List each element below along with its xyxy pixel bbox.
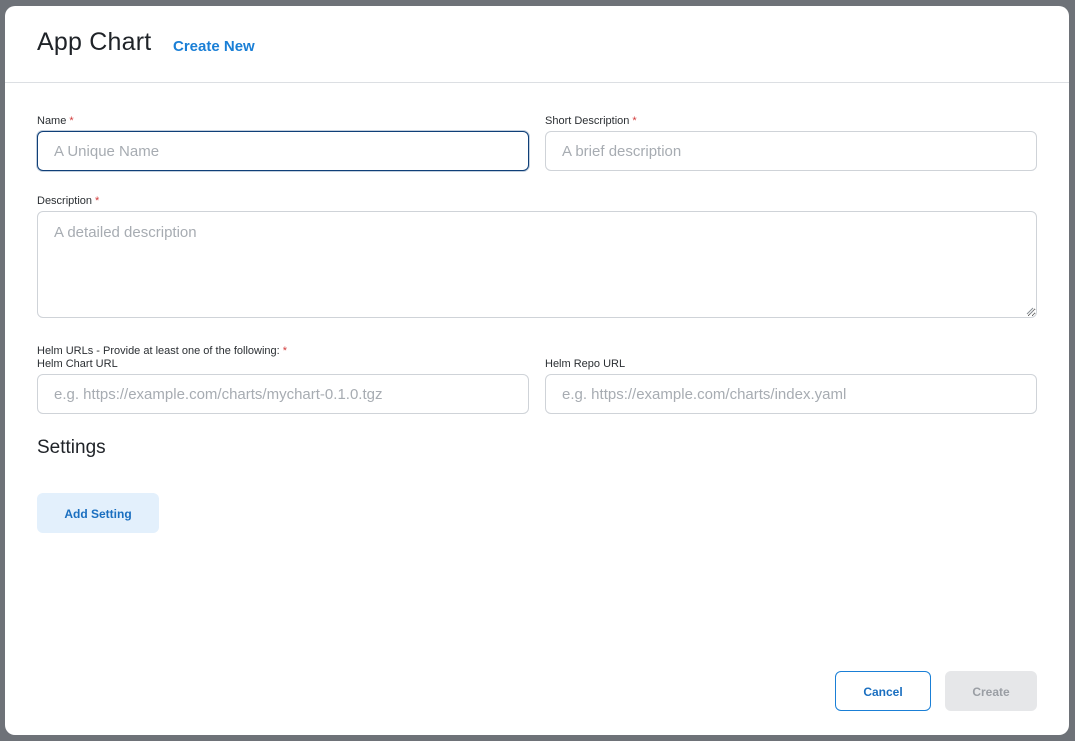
name-label-text: Name [37, 115, 67, 127]
required-mark: * [282, 345, 288, 357]
dialog-subtitle: Create New [173, 38, 255, 55]
description-label: Description * [37, 195, 99, 207]
add-setting-button[interactable]: Add Setting [37, 493, 159, 533]
settings-title: Settings [37, 437, 106, 458]
short-description-label-text: Short Description [545, 115, 630, 127]
required-mark: * [95, 195, 100, 207]
app-chart-dialog: App Chart Create New Name* Short Descrip… [5, 6, 1069, 735]
create-button[interactable]: Create [945, 671, 1037, 711]
helm-chart-url-input[interactable] [37, 374, 529, 414]
short-description-input[interactable] [545, 131, 1037, 171]
name-input[interactable] [37, 131, 529, 171]
helm-urls-label: Helm URLs - Provide at least one of the … [37, 345, 287, 357]
helm-chart-url-label: Helm Chart URL [37, 358, 118, 370]
dialog-header: App Chart Create New [5, 6, 1069, 83]
helm-urls-label-text: Helm URLs - Provide at least one of the … [37, 345, 280, 357]
required-mark: * [69, 115, 74, 127]
helm-repo-url-label: Helm Repo URL [545, 358, 626, 370]
short-description-label: Short Description * [545, 115, 637, 127]
name-label: Name * [37, 115, 74, 127]
description-label-text: Description [37, 195, 93, 207]
cancel-button[interactable]: Cancel [835, 671, 931, 711]
description-textarea[interactable] [37, 211, 1037, 318]
helm-repo-url-input[interactable] [545, 374, 1037, 414]
required-mark: * [632, 115, 637, 127]
description-field [37, 211, 1037, 318]
dialog-title: App Chart [37, 28, 152, 56]
